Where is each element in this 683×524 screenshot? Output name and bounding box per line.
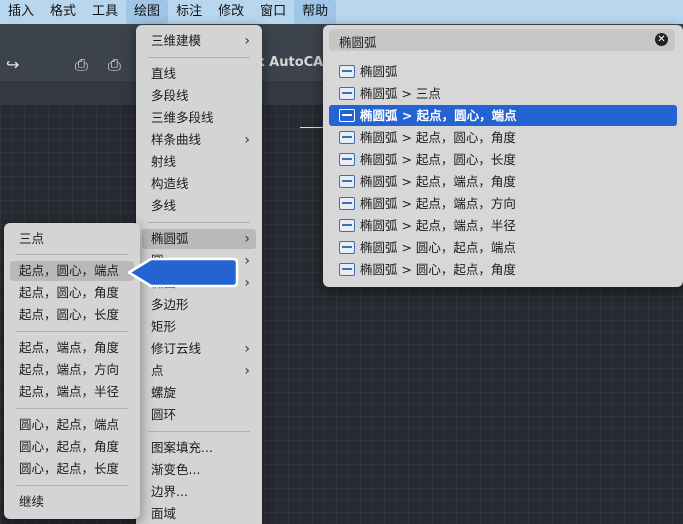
menu-item-polyline[interactable]: 多段线 xyxy=(142,86,256,106)
menu-item-boundary[interactable]: 边界... xyxy=(142,482,256,502)
menu-item-helix[interactable]: 螺旋 xyxy=(142,383,256,403)
chevron-right-icon: › xyxy=(244,275,250,291)
menu-format[interactable]: 格式 xyxy=(42,0,84,24)
menu-item-3d-polyline[interactable]: 三维多段线 xyxy=(142,108,256,128)
menu-dimension[interactable]: 标注 xyxy=(168,0,210,24)
separator xyxy=(16,331,128,332)
submenu-item-continue[interactable]: 继续 xyxy=(10,492,134,512)
menu-insert[interactable]: 插入 xyxy=(0,0,42,24)
menu-item-ray[interactable]: 射线 xyxy=(142,152,256,172)
submenu-item-start-end-angle[interactable]: 起点，端点，角度 xyxy=(10,338,134,358)
menu-item-xline[interactable]: 构造线 xyxy=(142,174,256,194)
submenu-item-start-center-angle[interactable]: 起点，圆心，角度 xyxy=(10,283,134,303)
submenu-item-start-end-radius[interactable]: 起点，端点，半径 xyxy=(10,382,134,402)
menu-draw[interactable]: 绘图 xyxy=(126,0,169,24)
menu-item-line[interactable]: 直线 xyxy=(142,64,256,84)
menu-command-icon xyxy=(339,175,355,188)
chevron-right-icon: › xyxy=(244,363,250,379)
plot-icon[interactable]: ⎙ xyxy=(108,57,121,73)
search-results-panel: 椭圆弧 ✕ 椭圆弧 椭圆弧 > 三点 椭圆弧 > 起点，圆心，端点 椭圆弧 > … xyxy=(323,25,683,287)
menu-help[interactable]: 帮助 xyxy=(294,0,337,24)
arrow-pointer-icon xyxy=(127,257,239,288)
submenu-item-center-start-end[interactable]: 圆心，起点，端点 xyxy=(10,415,134,435)
submenu-item-start-center-length[interactable]: 起点，圆心，长度 xyxy=(10,305,134,325)
menu-item-revcloud[interactable]: 修订云线 › xyxy=(142,339,256,359)
menu-item-region[interactable]: 面域 xyxy=(142,504,256,524)
menu-item-hatch[interactable]: 图案填充... xyxy=(142,438,256,458)
menu-command-icon xyxy=(339,241,355,254)
separator xyxy=(16,254,128,255)
menu-command-icon xyxy=(339,153,355,166)
chevron-right-icon: › xyxy=(244,132,250,148)
print-icon[interactable]: ⎙ xyxy=(75,57,88,73)
menu-item-gradient[interactable]: 渐变色... xyxy=(142,460,256,480)
submenu-item-center-start-angle[interactable]: 圆心，起点，角度 xyxy=(10,437,134,457)
search-result[interactable]: 椭圆弧 xyxy=(329,61,677,82)
menu-item-rectangle[interactable]: 矩形 xyxy=(142,317,256,337)
menu-tools[interactable]: 工具 xyxy=(84,0,126,24)
separator xyxy=(148,57,250,58)
search-result[interactable]: 椭圆弧 > 起点，圆心，长度 xyxy=(329,149,677,170)
chevron-right-icon: › xyxy=(244,253,250,269)
arc-submenu: 三点 起点，圆心，端点 起点，圆心，角度 起点，圆心，长度 起点，端点，角度 起… xyxy=(4,223,140,519)
separator xyxy=(148,222,250,223)
redo-icon[interactable]: ↪ xyxy=(6,57,19,73)
menu-command-icon xyxy=(339,131,355,144)
search-result[interactable]: 椭圆弧 > 三点 xyxy=(329,83,677,104)
search-result[interactable]: 椭圆弧 > 起点，端点，方向 xyxy=(329,193,677,214)
menu-command-icon xyxy=(339,219,355,232)
menu-command-icon xyxy=(339,263,355,276)
menu-item-spline[interactable]: 样条曲线 › xyxy=(142,130,256,150)
search-input[interactable]: 椭圆弧 ✕ xyxy=(329,29,675,51)
chevron-right-icon: › xyxy=(244,341,250,357)
menu-item-mline[interactable]: 多线 xyxy=(142,196,256,216)
menu-item-polygon[interactable]: 多边形 xyxy=(142,295,256,315)
menu-item-elliptical-arc[interactable]: 椭圆弧 › xyxy=(142,229,256,249)
search-query: 椭圆弧 xyxy=(339,35,377,50)
menu-command-icon xyxy=(339,197,355,210)
menu-item-3d-modeling[interactable]: 三维建模 › xyxy=(142,31,256,51)
submenu-item-center-start-length[interactable]: 圆心，起点，长度 xyxy=(10,459,134,479)
menu-modify[interactable]: 修改 xyxy=(210,0,252,24)
menu-item-donut[interactable]: 圆环 xyxy=(142,405,256,425)
chevron-right-icon: › xyxy=(244,33,250,49)
submenu-item-3-point[interactable]: 三点 xyxy=(10,229,134,249)
separator xyxy=(16,408,128,409)
menu-item-point[interactable]: 点 › xyxy=(142,361,256,381)
menu-command-icon xyxy=(339,65,355,78)
menu-window[interactable]: 窗口 xyxy=(252,0,294,24)
submenu-item-start-end-direction[interactable]: 起点，端点，方向 xyxy=(10,360,134,380)
search-result[interactable]: 椭圆弧 > 圆心，起点，端点 xyxy=(329,237,677,258)
separator xyxy=(148,431,250,432)
submenu-item-start-center-end[interactable]: 起点，圆心，端点 xyxy=(10,261,134,281)
clear-search-icon[interactable]: ✕ xyxy=(655,33,668,46)
search-result-selected[interactable]: 椭圆弧 > 起点，圆心，端点 xyxy=(329,105,677,126)
menu-command-icon xyxy=(339,109,355,122)
separator xyxy=(16,485,128,486)
search-result[interactable]: 椭圆弧 > 起点，端点，角度 xyxy=(329,171,677,192)
search-result[interactable]: 椭圆弧 > 起点，端点，半径 xyxy=(329,215,677,236)
menu-bar: 插入 格式 工具 绘图 标注 修改 窗口 帮助 xyxy=(0,0,683,24)
chevron-right-icon: › xyxy=(244,231,250,247)
menu-command-icon xyxy=(339,87,355,100)
crosshair-cursor xyxy=(300,127,324,128)
app-title: k AutoCA xyxy=(256,55,324,70)
search-result[interactable]: 椭圆弧 > 起点，圆心，角度 xyxy=(329,127,677,148)
search-result[interactable]: 椭圆弧 > 圆心，起点，角度 xyxy=(329,259,677,280)
